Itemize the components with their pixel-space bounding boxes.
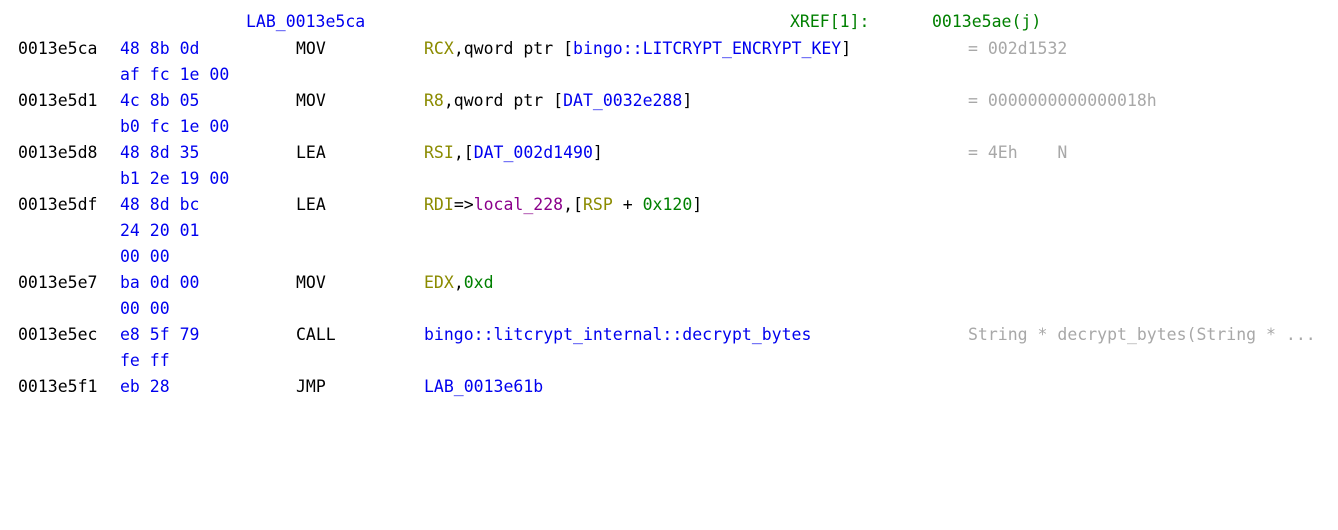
operand-text: ]	[841, 39, 852, 58]
disassembly-listing: LAB_0013e5ca XREF[1]: 0013e5ae(j) 0013e5…	[0, 0, 1338, 416]
instruction-operands: RDI=>local_228,[RSP + 0x120]	[424, 192, 702, 218]
operand-local-variable[interactable]: local_228	[474, 195, 563, 214]
instruction-row[interactable]: 0013e5df 48 8d bc LEA RDI=>local_228,[RS…	[0, 192, 1338, 218]
code-label[interactable]: LAB_0013e5ca	[246, 9, 365, 35]
instruction-bytes: 24 20 01	[120, 221, 200, 240]
operand-text: ,qword ptr [	[453, 39, 574, 58]
instruction-row[interactable]: 0013e5f1 eb 28 JMP LAB_0013e61b	[0, 374, 1338, 400]
instruction-bytes: 48 8d bc	[120, 195, 200, 214]
instruction-bytes-continuation: 00 00	[0, 296, 1338, 322]
instruction-operands: RCX,qword ptr [bingo::LITCRYPT_ENCRYPT_K…	[424, 36, 851, 62]
eol-comment: String * decrypt_bytes(String * ...	[968, 325, 1316, 344]
instruction-bytes-continuation: 24 20 01	[0, 218, 1338, 244]
instruction-bytes: 00 00	[120, 299, 170, 318]
xref-address[interactable]: 0013e5ae(j)	[932, 9, 1041, 35]
instruction-operands: LAB_0013e61b	[424, 374, 543, 400]
instruction-bytes: fe ff	[120, 351, 170, 370]
instruction-bytes: b1 2e 19 00	[120, 169, 230, 188]
instruction-address[interactable]: 0013e5e7	[18, 270, 97, 296]
eol-comment: = 0000000000000018h	[968, 91, 1157, 110]
instruction-bytes: af fc 1e 00	[120, 65, 230, 84]
instruction-bytes: b0 fc 1e 00	[120, 117, 230, 136]
instruction-address[interactable]: 0013e5df	[18, 192, 97, 218]
instruction-bytes-continuation: fe ff	[0, 348, 1338, 374]
operand-text: ]	[682, 91, 693, 110]
operand-text: ,[	[563, 195, 583, 214]
operand-register[interactable]: RCX	[424, 39, 454, 58]
instruction-row[interactable]: 0013e5d1 4c 8b 05 MOV R8,qword ptr [DAT_…	[0, 88, 1338, 114]
instruction-bytes: 48 8b 0d	[120, 39, 200, 58]
instruction-address[interactable]: 0013e5d1	[18, 88, 97, 114]
instruction-bytes: e8 5f 79	[120, 325, 200, 344]
operand-scalar[interactable]: 0xd	[464, 273, 494, 292]
operand-scalar[interactable]: 0x120	[643, 195, 693, 214]
instruction-bytes-continuation: b1 2e 19 00	[0, 166, 1338, 192]
instruction-mnemonic[interactable]: CALL	[296, 322, 336, 348]
operand-text: ,[	[453, 143, 474, 162]
instruction-bytes: 48 8d 35	[120, 143, 200, 162]
instruction-row[interactable]: 0013e5d8 48 8d 35 LEA RSI,[DAT_002d1490]…	[0, 140, 1338, 166]
instruction-mnemonic[interactable]: MOV	[296, 36, 326, 62]
instruction-mnemonic[interactable]: MOV	[296, 270, 326, 296]
instruction-bytes: 4c 8b 05	[120, 91, 200, 110]
instruction-address[interactable]: 0013e5ec	[18, 322, 97, 348]
instruction-bytes: ba 0d 00	[120, 273, 200, 292]
instruction-mnemonic[interactable]: JMP	[296, 374, 326, 400]
operand-register[interactable]: RDI	[424, 195, 454, 214]
instruction-operands: EDX,0xd	[424, 270, 494, 296]
instruction-address[interactable]: 0013e5d8	[18, 140, 97, 166]
instruction-mnemonic[interactable]: LEA	[296, 140, 326, 166]
operand-register[interactable]: R8	[424, 91, 444, 110]
operand-text: +	[612, 195, 643, 214]
instruction-row[interactable]: 0013e5ca 48 8b 0d MOV RCX,qword ptr [bin…	[0, 36, 1338, 62]
operand-register[interactable]: RSP	[583, 195, 613, 214]
instruction-mnemonic[interactable]: MOV	[296, 88, 326, 114]
instruction-bytes-continuation: af fc 1e 00	[0, 62, 1338, 88]
xref-header: XREF[1]:	[790, 12, 870, 31]
instruction-bytes-continuation: 00 00	[0, 244, 1338, 270]
instruction-row[interactable]: 0013e5ec e8 5f 79 CALL bingo::litcrypt_i…	[0, 322, 1338, 348]
instruction-bytes: eb 28	[120, 377, 170, 396]
instruction-operands: R8,qword ptr [DAT_0032e288]	[424, 88, 692, 114]
operand-arrow: =>	[453, 195, 474, 214]
instruction-mnemonic[interactable]: LEA	[296, 192, 326, 218]
operand-text: ]	[692, 195, 703, 214]
operand-text: ]	[592, 143, 603, 162]
instruction-bytes: 00 00	[120, 247, 170, 266]
eol-comment: = 002d1532	[968, 39, 1068, 58]
operand-symbol-link[interactable]: bingo::LITCRYPT_ENCRYPT_KEY	[573, 39, 841, 58]
operand-register[interactable]: EDX	[424, 273, 454, 292]
operand-symbol-link[interactable]: DAT_002d1490	[474, 143, 593, 162]
operand-label-link[interactable]: LAB_0013e61b	[424, 377, 543, 396]
label-line: LAB_0013e5ca XREF[1]: 0013e5ae(j)	[0, 9, 1338, 35]
instruction-address[interactable]: 0013e5ca	[18, 36, 97, 62]
operand-symbol-link[interactable]: DAT_0032e288	[563, 91, 682, 110]
operand-text: ,qword ptr [	[443, 91, 564, 110]
operand-text: ,	[453, 273, 464, 292]
instruction-bytes-continuation: b0 fc 1e 00	[0, 114, 1338, 140]
instruction-operands: bingo::litcrypt_internal::decrypt_bytes	[424, 322, 811, 348]
eol-comment: = 4Eh N	[968, 143, 1068, 162]
instruction-address[interactable]: 0013e5f1	[18, 374, 97, 400]
operand-register[interactable]: RSI	[424, 143, 454, 162]
operand-function-link[interactable]: bingo::litcrypt_internal::decrypt_bytes	[424, 325, 811, 344]
instruction-operands: RSI,[DAT_002d1490]	[424, 140, 603, 166]
instruction-row[interactable]: 0013e5e7 ba 0d 00 MOV EDX,0xd	[0, 270, 1338, 296]
